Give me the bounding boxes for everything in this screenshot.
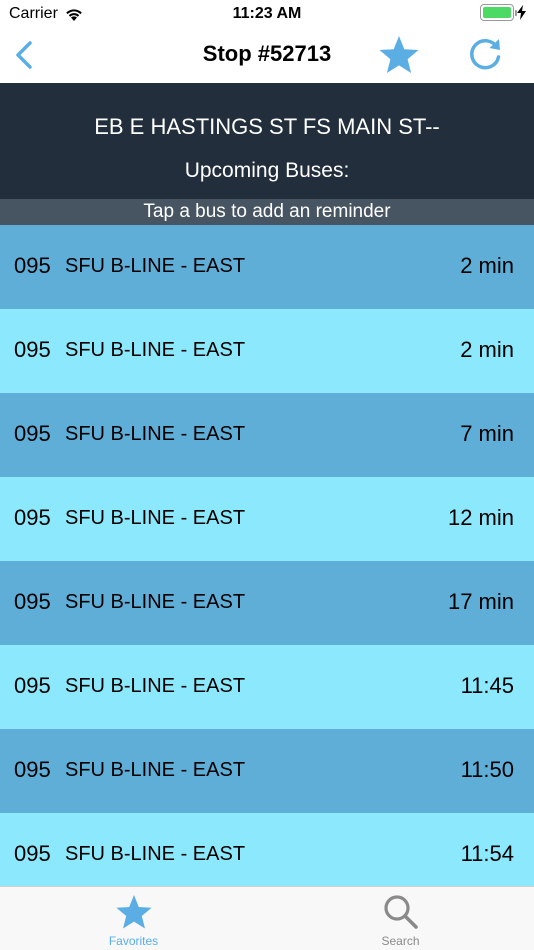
bus-arrival-time: 12 min bbox=[447, 505, 514, 530]
bus-arrival-time: 7 min bbox=[460, 421, 514, 446]
bus-arrival-time: 11:45 bbox=[460, 673, 514, 698]
bus-route: 095 bbox=[14, 589, 51, 614]
bus-arrival-time: 11:54 bbox=[460, 841, 514, 866]
charging-bolt-icon bbox=[517, 5, 526, 20]
reminder-hint: Tap a bus to add an reminder bbox=[0, 199, 534, 225]
bus-destination: SFU B-LINE - EAST bbox=[65, 255, 246, 277]
battery-fill bbox=[483, 7, 511, 18]
star-icon bbox=[116, 895, 152, 929]
bus-destination: SFU B-LINE - EAST bbox=[65, 423, 246, 445]
tab-search[interactable]: Search bbox=[267, 887, 534, 950]
bus-destination: SFU B-LINE - EAST bbox=[65, 507, 246, 529]
bus-row[interactable]: 095 SFU B-LINE - EAST 17 min bbox=[0, 561, 534, 645]
bus-row[interactable]: 095 SFU B-LINE - EAST 11:45 bbox=[0, 645, 534, 729]
favorite-button[interactable] bbox=[378, 34, 420, 76]
tab-bar: Favorites Search bbox=[0, 886, 534, 950]
bus-destination: SFU B-LINE - EAST bbox=[65, 843, 246, 865]
bus-list: 095 SFU B-LINE - EAST 2 min 095 SFU B-LI… bbox=[0, 225, 534, 897]
bus-destination: SFU B-LINE - EAST bbox=[65, 675, 246, 697]
star-icon bbox=[379, 36, 419, 73]
bus-arrival-time: 11:50 bbox=[460, 757, 514, 782]
refresh-button[interactable] bbox=[466, 36, 504, 74]
tab-search-label: Search bbox=[381, 934, 420, 948]
bus-arrival-time: 2 min bbox=[460, 253, 514, 278]
bus-row[interactable]: 095 SFU B-LINE - EAST 11:54 bbox=[0, 813, 534, 897]
tab-favorites[interactable]: Favorites bbox=[0, 887, 267, 950]
bus-row[interactable]: 095 SFU B-LINE - EAST 7 min bbox=[0, 393, 534, 477]
bus-row[interactable]: 095 SFU B-LINE - EAST 12 min bbox=[0, 477, 534, 561]
bus-row[interactable]: 095 SFU B-LINE - EAST 11:50 bbox=[0, 729, 534, 813]
status-bar: Carrier 11:23 AM bbox=[0, 0, 534, 28]
stop-header: EB E HASTINGS ST FS MAIN ST-- Upcoming B… bbox=[0, 83, 534, 199]
bus-route: 095 bbox=[14, 673, 51, 698]
bus-route: 095 bbox=[14, 337, 51, 362]
search-icon bbox=[384, 895, 418, 929]
bus-destination: SFU B-LINE - EAST bbox=[65, 591, 246, 613]
bus-destination: SFU B-LINE - EAST bbox=[65, 759, 246, 781]
status-time: 11:23 AM bbox=[232, 5, 302, 22]
bus-row[interactable]: 095 SFU B-LINE - EAST 2 min bbox=[0, 309, 534, 393]
stop-name: EB E HASTINGS ST FS MAIN ST-- bbox=[94, 114, 440, 139]
bus-route: 095 bbox=[14, 841, 51, 866]
bus-arrival-time: 2 min bbox=[460, 337, 514, 362]
bus-route: 095 bbox=[14, 505, 51, 530]
navigation-bar: Stop #52713 bbox=[0, 28, 534, 83]
bus-route: 095 bbox=[14, 757, 51, 782]
page-title: Stop #52713 bbox=[202, 41, 332, 66]
bus-destination: SFU B-LINE - EAST bbox=[65, 339, 246, 361]
upcoming-label: Upcoming Buses: bbox=[184, 159, 350, 182]
bus-row[interactable]: 095 SFU B-LINE - EAST 2 min bbox=[0, 225, 534, 309]
bus-route: 095 bbox=[14, 421, 51, 446]
bus-route: 095 bbox=[14, 253, 51, 278]
battery-icon bbox=[480, 4, 517, 21]
battery-indicator bbox=[480, 4, 526, 21]
tab-favorites-label: Favorites bbox=[108, 934, 159, 948]
bus-arrival-time: 17 min bbox=[447, 589, 514, 614]
